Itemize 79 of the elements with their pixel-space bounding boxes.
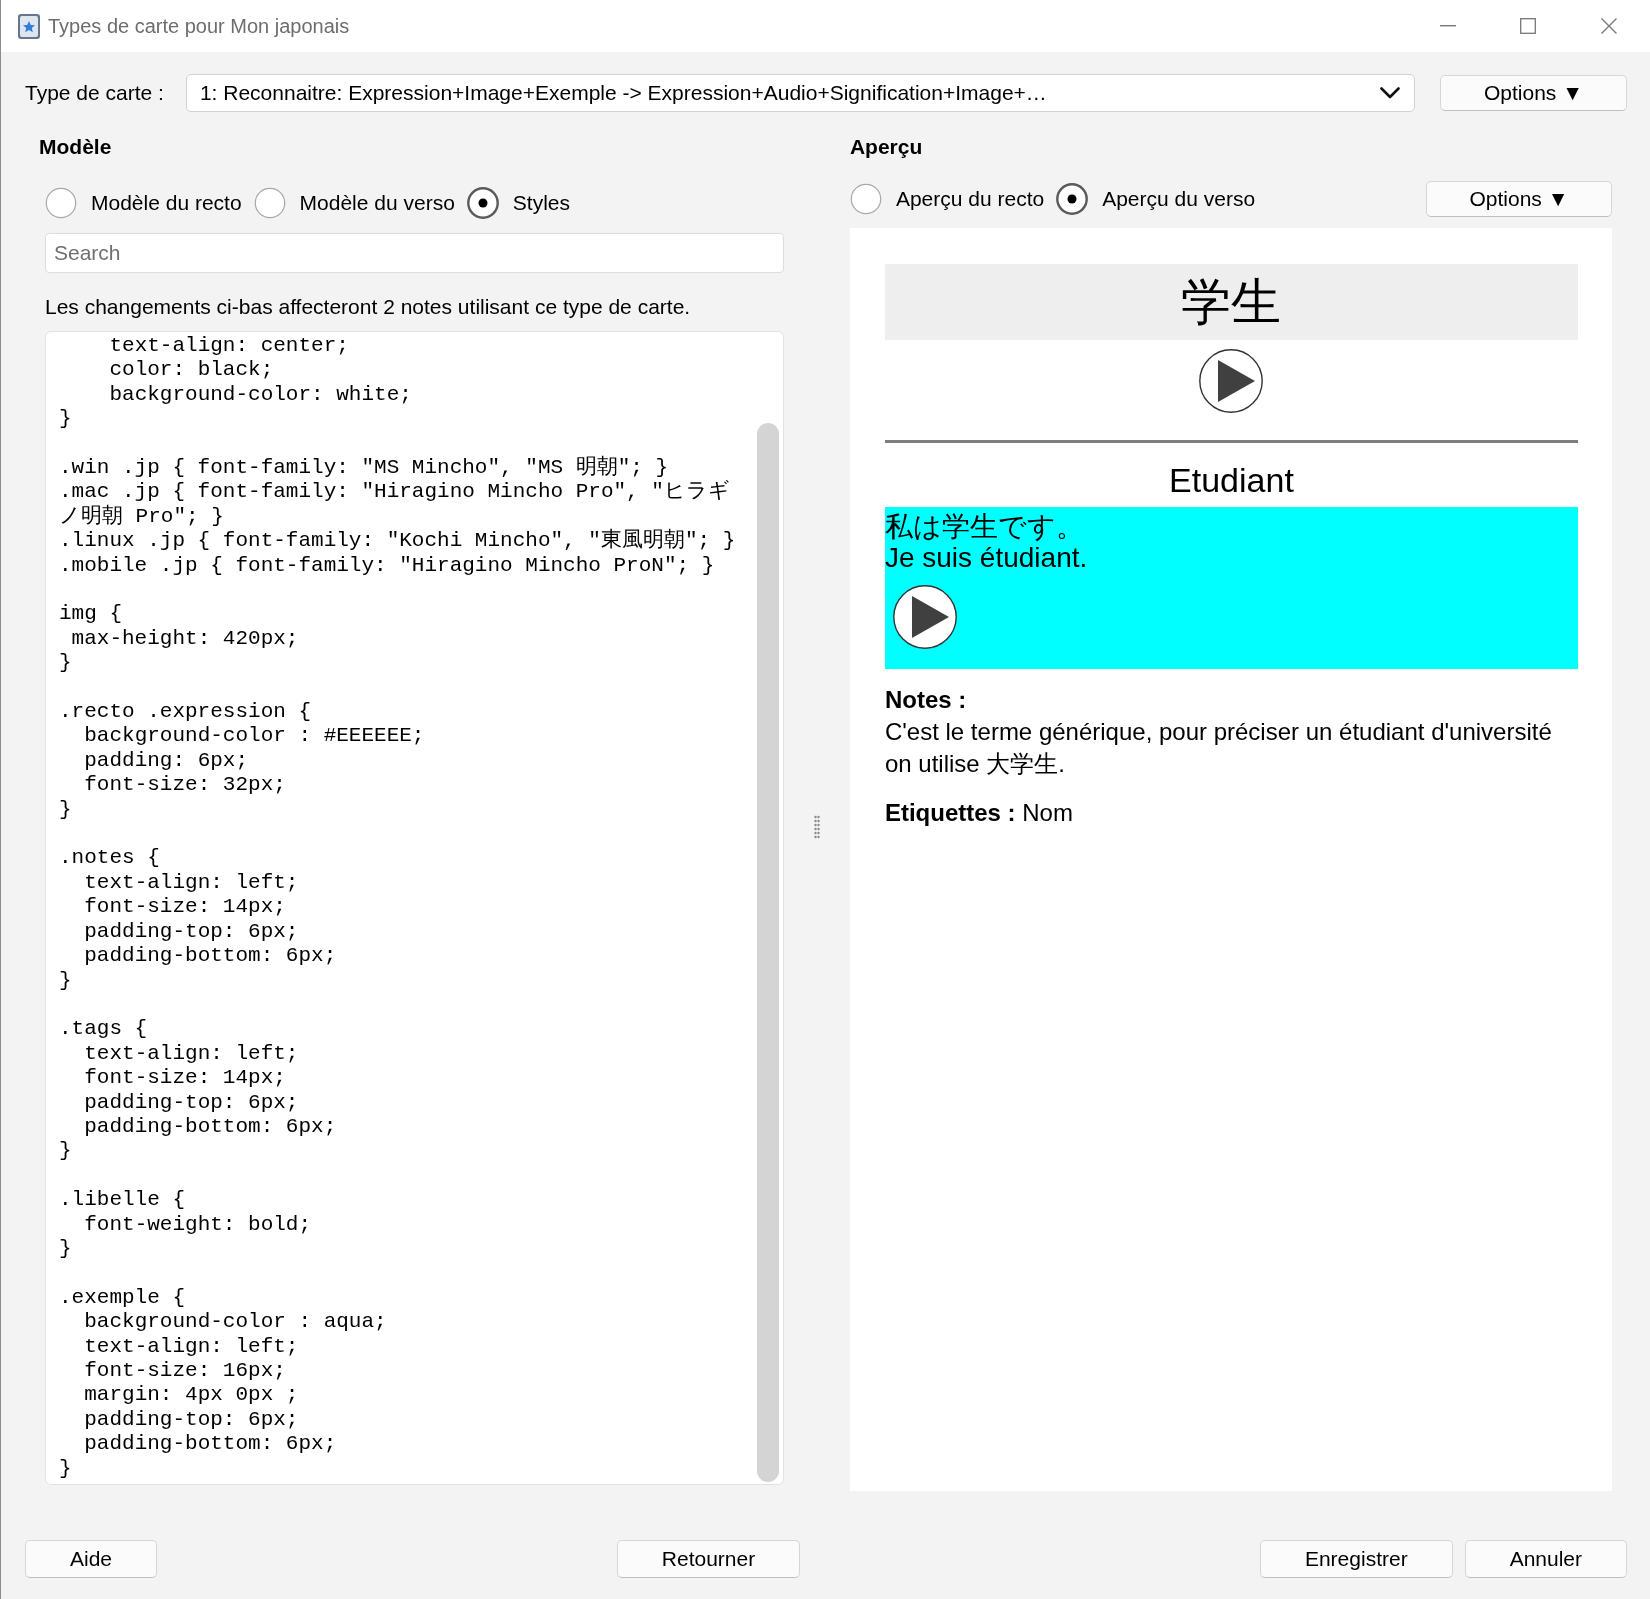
play-icon[interactable] (892, 585, 957, 649)
code-line: .win .jp { font-family: "MS Mincho", "MS 明朝"; } (59, 456, 669, 479)
code-line: font-weight: bold; (84, 1212, 312, 1236)
code-line: font-size: 32px; (84, 773, 286, 797)
code-line: background-color : aqua; (84, 1310, 387, 1334)
help-button[interactable]: Aide (25, 1540, 158, 1578)
code-line: margin: 4px 0px ; (84, 1383, 299, 1407)
code-line: .linux .jp { font-family: "Kochi Mincho", "東風明朝"; } (59, 529, 736, 553)
code-line: } (59, 1456, 72, 1480)
code-line: } (59, 797, 72, 821)
minimize-icon[interactable] (1440, 25, 1456, 27)
radio-option[interactable]: Aperçu du recto (849, 183, 1045, 215)
code-line: .mac .jp { font-family: "Hiragino Mincho Pro", "ヒラギノ明朝 Pro"; } (59, 480, 730, 528)
code-line: padding-bottom: 6px; (84, 1432, 337, 1456)
card-type-dropdown[interactable]: 1: Reconnaitre: Expression+Image+Exemple -> Expression+Audio+Signification+Image+… (185, 74, 1415, 112)
example-french-text: Je suis étudiant. (884, 542, 1088, 573)
code-line: text-align: left; (84, 1334, 299, 1358)
radio-icon[interactable] (1056, 183, 1089, 215)
code-line: padding: 6px; (84, 748, 249, 772)
section-heading: Aperçu (849, 134, 923, 160)
code-line: padding-bottom: 6px; (84, 944, 337, 968)
code-line: background-color: white; (109, 382, 412, 406)
code-line: img { (59, 602, 122, 626)
cancel-button[interactable]: Annuler (1464, 1540, 1627, 1578)
notes-label: Notes : (884, 685, 967, 715)
radio-icon[interactable] (253, 187, 286, 219)
radio-icon[interactable] (849, 183, 882, 215)
code-line: .tags { (59, 1017, 148, 1041)
code-editor[interactable] (45, 331, 784, 1485)
radio-icon[interactable] (45, 187, 77, 219)
options-button[interactable]: Options ▼ (1440, 75, 1627, 111)
code-line: font-size: 14px; (84, 895, 286, 919)
play-icon[interactable] (1199, 349, 1264, 413)
window-title: Types de carte pour Mon japonais (48, 14, 350, 38)
expression-text: 学生 (1181, 277, 1282, 327)
code-line: } (59, 1139, 72, 1163)
code-line: padding-top: 6px; (84, 1407, 299, 1431)
code-line: } (59, 1236, 72, 1260)
radio-option[interactable]: Styles (466, 187, 571, 219)
radio-option[interactable]: Modèle du verso (253, 187, 455, 219)
info-text: Les changements ci-bas affecteront 2 notes utilisant ce type de carte. (45, 294, 691, 320)
code-line: } (59, 968, 72, 992)
code-line: padding-bottom: 6px; (84, 1114, 337, 1138)
code-line: .mobile .jp { font-family: "Hiragino Mincho ProN"; } (59, 553, 715, 577)
search-field[interactable]: Search (45, 233, 784, 273)
meaning-text: Etudiant (1169, 460, 1294, 500)
code-line: .notes { (59, 846, 160, 870)
code-line: color: black; (109, 358, 274, 382)
maximize-icon[interactable] (1520, 18, 1536, 34)
code-line: text-align: center; (109, 334, 349, 357)
chevron-down-icon (1380, 87, 1400, 99)
radio-option[interactable]: Aperçu du verso (1056, 183, 1256, 215)
close-icon[interactable] (1601, 18, 1617, 34)
flip-button[interactable]: Retourner (616, 1540, 801, 1578)
code-line: .exemple { (59, 1285, 186, 1309)
example-japanese-text: 私は学生です。 (884, 512, 1084, 542)
code-line: .libelle { (59, 1188, 186, 1212)
scrollbar-thumb[interactable] (757, 423, 779, 1482)
code-line: } (59, 651, 72, 675)
card-type-label: Type de carte : (25, 81, 164, 105)
tags-text: Etiquettes : Nom (884, 798, 1073, 828)
code-line: padding-top: 6px; (84, 1090, 299, 1114)
code-line: background-color : #EEEEEE; (84, 724, 425, 748)
notes-text: C'est le terme générique, pour préciser un étudiant d'université on utilise 大学生. (884, 717, 1553, 779)
code-line: max-height: 420px; (71, 626, 299, 650)
code-line: text-align: left; (84, 1041, 299, 1065)
splitter-handle[interactable] (813, 815, 820, 839)
save-button[interactable]: Enregistrer (1259, 1540, 1453, 1578)
code-line: .recto .expression { (59, 700, 312, 724)
app-icon (18, 13, 40, 39)
options-button[interactable]: Options ▼ (1426, 181, 1612, 217)
code-line: font-size: 14px; (84, 1066, 286, 1090)
radio-option[interactable]: Modèle du recto (45, 187, 242, 219)
code-line: padding-top: 6px; (84, 919, 299, 943)
radio-icon[interactable] (466, 187, 499, 219)
code-line: } (59, 407, 72, 431)
section-heading: Modèle (39, 134, 112, 160)
code-line: font-size: 16px; (84, 1358, 286, 1382)
code-line: text-align: left; (84, 870, 299, 894)
